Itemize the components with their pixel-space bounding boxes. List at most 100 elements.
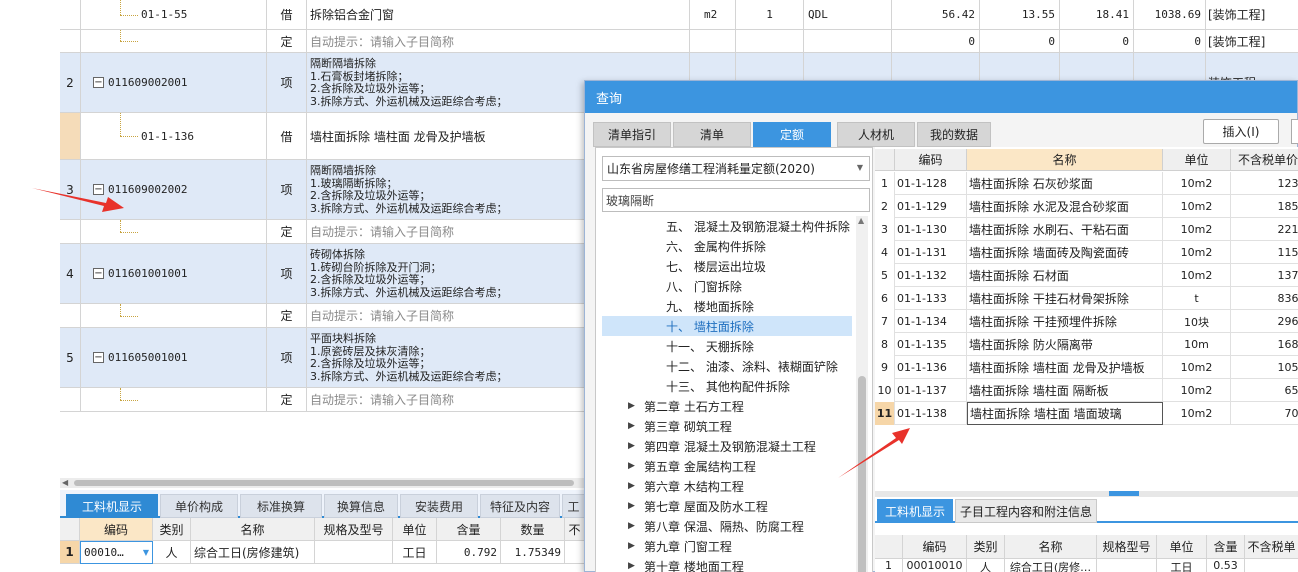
result-code[interactable]: 01-1-130 <box>895 218 967 241</box>
tree-item[interactable]: ▶ 第二章 土石方工程 <box>602 396 852 416</box>
result-code[interactable]: 01-1-129 <box>895 195 967 218</box>
cell-unit[interactable]: m2 <box>690 0 736 29</box>
result-price[interactable]: 296. <box>1231 310 1298 333</box>
result-price[interactable]: 70. <box>1231 402 1298 425</box>
result-price[interactable]: 185. <box>1231 195 1298 218</box>
bottom-tab[interactable]: 换算信息 <box>324 494 398 518</box>
tree-item[interactable]: ▶ 第八章 保温、隔热、防腐工程 <box>602 516 852 536</box>
insert-button[interactable]: 插入(I) <box>1203 119 1279 144</box>
cell-code[interactable]: −011609002001 <box>81 53 267 112</box>
cell-prof[interactable]: [装饰工程] <box>1206 30 1298 52</box>
tree-item[interactable]: ▶ 第四章 混凝土及钢筋混凝土工程 <box>602 436 852 456</box>
result-name[interactable]: 墙柱面拆除 水泥及混合砂浆面 <box>967 195 1163 218</box>
result-price[interactable]: 115. <box>1231 241 1298 264</box>
result-price[interactable]: 137. <box>1231 264 1298 287</box>
result-name[interactable]: 墙柱面拆除 墙柱面 龙骨及护墙板 <box>967 356 1163 379</box>
result-price[interactable]: 836. <box>1231 287 1298 310</box>
expand-icon[interactable]: ▶ <box>628 561 638 571</box>
cell-type[interactable]: 项 <box>267 160 307 219</box>
tree-item[interactable]: 十三、 其他构配件拆除 <box>602 376 852 396</box>
dialog-title[interactable]: 查询 <box>585 81 1297 113</box>
col-header-unit[interactable]: 单位 <box>393 518 437 541</box>
cell-type[interactable]: 定 <box>267 304 307 327</box>
cell-code[interactable]: 01-1-136 <box>81 113 267 159</box>
col-header-code[interactable]: 编码 <box>895 149 967 171</box>
tab-work-content-notes[interactable]: 子目工程内容和附注信息 <box>955 499 1097 523</box>
col-header-spec[interactable]: 规格及型号 <box>315 518 393 541</box>
tree-item[interactable]: 六、 金属构件拆除 <box>602 236 852 256</box>
result-unit[interactable]: 10m <box>1163 333 1231 356</box>
cell-p2[interactable]: 13.55 <box>980 0 1060 29</box>
cell-p4[interactable]: 1038.69 <box>1134 0 1206 29</box>
cell-unit[interactable] <box>690 30 736 52</box>
result-code[interactable]: 01-1-137 <box>895 379 967 402</box>
lower-col-name[interactable]: 名称 <box>1005 535 1097 559</box>
cell-idx[interactable] <box>60 304 81 327</box>
result-code[interactable]: 01-1-134 <box>895 310 967 333</box>
expand-icon[interactable]: ▶ <box>628 441 638 451</box>
amount-cell[interactable]: 0.792 <box>437 541 501 564</box>
result-row[interactable]: 701-1-134墙柱面拆除 干挂预埋件拆除10块296. <box>875 310 1298 333</box>
result-code[interactable]: 01-1-128 <box>895 172 967 195</box>
cell-idx[interactable] <box>60 0 81 29</box>
bottom-tab[interactable]: 工 <box>562 494 585 518</box>
cell-idx[interactable]: 3 <box>60 160 81 219</box>
result-unit[interactable]: 10块 <box>1163 310 1231 333</box>
cell-idx[interactable]: 2 <box>60 53 81 112</box>
result-row[interactable]: 101-1-128墙柱面拆除 石灰砂浆面10m2123. <box>875 172 1298 195</box>
cell-type[interactable]: 借 <box>267 0 307 29</box>
tab-quota[interactable]: 定额 <box>753 122 831 147</box>
cell-code[interactable] <box>81 30 267 52</box>
horizontal-scrollbar[interactable]: ◀ <box>60 478 585 488</box>
cell-idx[interactable] <box>60 220 81 243</box>
cell-type[interactable]: 项 <box>267 53 307 112</box>
dialog-secondary-button[interactable] <box>1291 119 1298 144</box>
lower-row-code[interactable]: 00010010 <box>903 559 967 572</box>
expand-icon[interactable]: ▶ <box>628 501 638 511</box>
expand-icon[interactable]: ▶ <box>628 481 638 491</box>
result-name[interactable]: 墙柱面拆除 墙柱面 墙面玻璃 <box>967 402 1163 425</box>
result-unit[interactable]: 10m2 <box>1163 379 1231 402</box>
result-unit[interactable]: 10m2 <box>1163 356 1231 379</box>
result-row[interactable]: 801-1-135墙柱面拆除 防火隔离带10m168. <box>875 333 1298 356</box>
cell-qty[interactable] <box>736 30 804 52</box>
result-code[interactable]: 01-1-133 <box>895 287 967 310</box>
code-dropdown[interactable]: 00010… ▼ <box>80 541 153 564</box>
col-header-amount[interactable]: 含量 <box>437 518 501 541</box>
cell-name[interactable]: 拆除铝合金门窗 <box>307 0 690 29</box>
result-price[interactable]: 168. <box>1231 333 1298 356</box>
cell-name[interactable]: 自动提示：请输入子目简称 <box>307 30 690 52</box>
cell-p1[interactable]: 56.42 <box>892 0 980 29</box>
result-unit[interactable]: 10m2 <box>1163 195 1231 218</box>
unit-cell[interactable]: 工日 <box>393 541 437 564</box>
result-unit[interactable]: t <box>1163 287 1231 310</box>
bottom-tab[interactable]: 标准换算 <box>240 494 322 518</box>
cell-p2[interactable]: 0 <box>980 30 1060 52</box>
result-name[interactable]: 墙柱面拆除 防火隔离带 <box>967 333 1163 356</box>
collapse-icon[interactable]: − <box>93 77 104 88</box>
tree-item[interactable]: 十二、 油漆、涂料、裱糊面铲除 <box>602 356 852 376</box>
col-header-name[interactable]: 名称 <box>191 518 315 541</box>
tree-item[interactable]: 十一、 天棚拆除 <box>602 336 852 356</box>
result-name[interactable]: 墙柱面拆除 墙柱面 隔断板 <box>967 379 1163 402</box>
collapse-icon[interactable]: − <box>93 352 104 363</box>
cell-type[interactable]: 借 <box>267 113 307 159</box>
result-code[interactable]: 01-1-131 <box>895 241 967 264</box>
col-header-unit[interactable]: 单位 <box>1163 149 1231 171</box>
result-price[interactable]: 123. <box>1231 172 1298 195</box>
cell-code[interactable]: −011609002002 <box>81 160 267 219</box>
cell-code[interactable]: −011601001001 <box>81 244 267 303</box>
result-row[interactable]: 501-1-132墙柱面拆除 石材面10m2137. <box>875 264 1298 287</box>
tree-item[interactable]: ▶ 第九章 门窗工程 <box>602 536 852 556</box>
lower-col-unit[interactable]: 单位 <box>1157 535 1207 559</box>
tree-item[interactable]: ▶ 第六章 木结构工程 <box>602 476 852 496</box>
cell-idx[interactable] <box>60 388 81 411</box>
tree-item[interactable]: ▶ 第五章 金属结构工程 <box>602 456 852 476</box>
bottom-tab[interactable]: 工料机显示 <box>66 494 158 518</box>
expand-icon[interactable]: ▶ <box>628 541 638 551</box>
result-row[interactable]: 201-1-129墙柱面拆除 水泥及混合砂浆面10m2185. <box>875 195 1298 218</box>
name-cell[interactable]: 综合工日(房修建筑) <box>191 541 315 564</box>
result-name[interactable]: 墙柱面拆除 干挂石材骨架拆除 <box>967 287 1163 310</box>
result-price[interactable]: 105. <box>1231 356 1298 379</box>
result-code[interactable]: 01-1-135 <box>895 333 967 356</box>
